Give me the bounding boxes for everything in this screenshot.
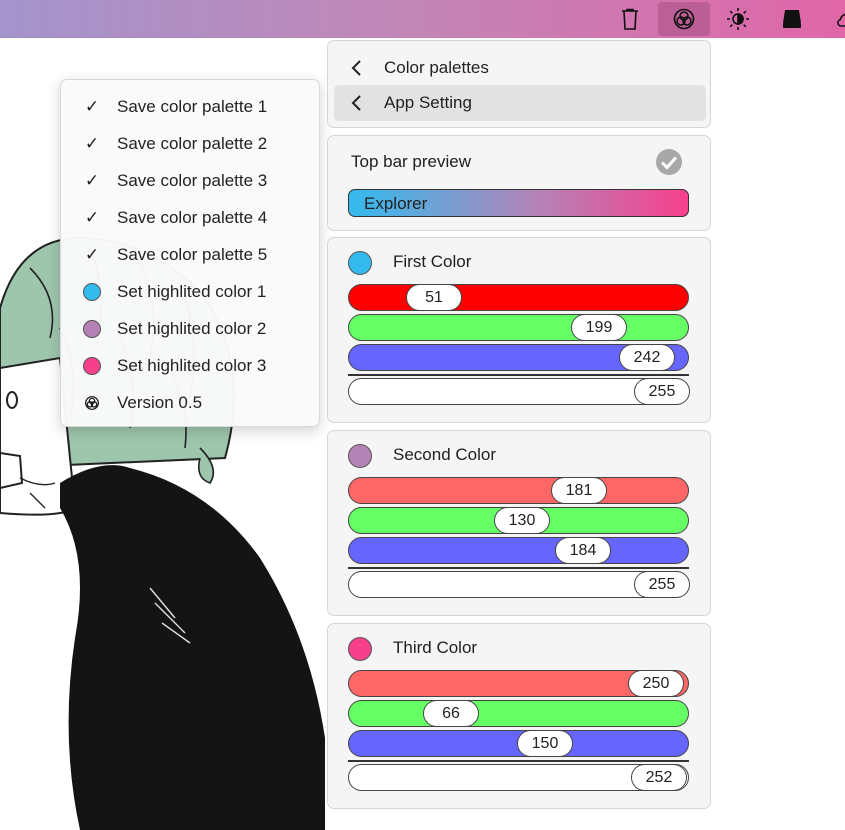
menu-item-label: Set highlited color 1 [117, 281, 267, 301]
check-icon: ✓ [84, 170, 100, 190]
menu-item-label: Set highlited color 3 [117, 355, 267, 375]
menu-item-save-palette-5[interactable]: ✓ Save color palette 5 [61, 236, 319, 273]
preview-card: Top bar preview Explorer [327, 135, 711, 231]
color-swatch[interactable] [348, 637, 372, 661]
slider-thumb[interactable]: 66 [423, 700, 479, 727]
check-icon: ✓ [84, 133, 100, 153]
nav-label: Color palettes [384, 58, 489, 77]
slider-thumb[interactable]: 252 [631, 764, 687, 791]
red-slider[interactable]: 51 [348, 284, 689, 311]
menu-item-label: Save color palette 5 [117, 244, 268, 264]
nav-card: Color palettes App Setting [327, 40, 711, 128]
alpha-slider[interactable]: 255 [348, 378, 690, 405]
blue-slider[interactable]: 242 [348, 344, 689, 371]
menu-item-highlight-3[interactable]: Set highlited color 3 [61, 347, 319, 384]
slider-thumb[interactable]: 150 [517, 730, 573, 757]
slider-thumb[interactable]: 51 [406, 284, 462, 311]
slider-thumb[interactable]: 199 [571, 314, 627, 341]
top-bar-preview: Explorer [348, 189, 689, 217]
slider-thumb[interactable]: 181 [551, 477, 607, 504]
color-card: First Color 51 199 242 255 [327, 237, 711, 423]
menu-item-label: Set highlited color 2 [117, 318, 267, 338]
palette-menu: ✓ Save color palette 1 ✓ Save color pale… [60, 79, 320, 427]
alpha-slider[interactable]: 252 [348, 764, 689, 791]
slider-thumb[interactable]: 130 [494, 507, 550, 534]
menu-item-label: Version 0.5 [117, 392, 203, 412]
nav-color-palettes[interactable]: Color palettes [334, 50, 706, 86]
green-slider[interactable]: 66 [348, 700, 689, 727]
preview-title: Top bar preview [351, 152, 472, 171]
nav-app-setting[interactable]: App Setting [334, 85, 706, 121]
divider [348, 374, 689, 376]
menu-item-label: Save color palette 3 [117, 170, 268, 190]
blue-slider[interactable]: 184 [348, 537, 689, 564]
alpha-slider[interactable]: 255 [348, 571, 690, 598]
trash-button[interactable] [604, 2, 656, 36]
palette-icon [673, 8, 695, 30]
weather-icon [837, 13, 845, 27]
color-title: Third Color [393, 638, 478, 657]
blue-slider[interactable]: 150 [348, 730, 689, 757]
divider [348, 760, 689, 762]
preview-bar-text: Explorer [364, 194, 428, 213]
palette-icon [83, 394, 101, 412]
green-slider[interactable]: 199 [348, 314, 689, 341]
chevron-left-icon [351, 60, 361, 76]
top-bar [0, 0, 845, 38]
green-slider[interactable]: 130 [348, 507, 689, 534]
menu-item-version[interactable]: Version 0.5 [61, 384, 319, 421]
drive-icon [783, 10, 801, 28]
color-title: First Color [393, 252, 472, 271]
chevron-left-icon [351, 95, 361, 111]
nav-label: App Setting [384, 93, 472, 112]
drive-button[interactable] [766, 2, 818, 36]
color-card: Third Color 250 66 150 252 [327, 623, 711, 809]
slider-thumb[interactable]: 255 [634, 571, 690, 598]
slider-thumb[interactable]: 255 [634, 378, 690, 405]
brightness-icon [727, 8, 749, 30]
menu-item-save-palette-3[interactable]: ✓ Save color palette 3 [61, 162, 319, 199]
menu-item-save-palette-4[interactable]: ✓ Save color palette 4 [61, 199, 319, 236]
menu-item-label: Save color palette 2 [117, 133, 268, 153]
trash-icon [622, 8, 638, 30]
color-card: Second Color 181 130 184 255 [327, 430, 711, 616]
color-title: Second Color [393, 445, 497, 464]
check-icon: ✓ [84, 244, 100, 264]
color-swatch[interactable] [348, 444, 372, 468]
menu-item-label: Save color palette 1 [117, 96, 268, 116]
menu-item-save-palette-1[interactable]: ✓ Save color palette 1 [61, 88, 319, 125]
red-slider[interactable]: 181 [348, 477, 689, 504]
menu-item-save-palette-2[interactable]: ✓ Save color palette 2 [61, 125, 319, 162]
check-icon: ✓ [84, 96, 100, 116]
slider-thumb[interactable]: 184 [555, 537, 611, 564]
menu-item-highlight-1[interactable]: Set highlited color 1 [61, 273, 319, 310]
red-slider[interactable]: 250 [348, 670, 689, 697]
palette-button[interactable] [658, 2, 710, 36]
check-circle-icon[interactable] [655, 148, 683, 176]
color-dot-icon [83, 282, 101, 301]
divider [348, 567, 689, 569]
brightness-button[interactable] [712, 2, 764, 36]
menu-item-highlight-2[interactable]: Set highlited color 2 [61, 310, 319, 347]
weather-button[interactable] [820, 2, 845, 36]
menu-item-label: Save color palette 4 [117, 207, 268, 227]
slider-thumb[interactable]: 250 [628, 670, 684, 697]
color-dot-icon [83, 319, 101, 338]
check-icon: ✓ [84, 207, 100, 227]
color-dot-icon [83, 356, 101, 375]
slider-thumb[interactable]: 242 [619, 344, 675, 371]
color-swatch[interactable] [348, 251, 372, 275]
